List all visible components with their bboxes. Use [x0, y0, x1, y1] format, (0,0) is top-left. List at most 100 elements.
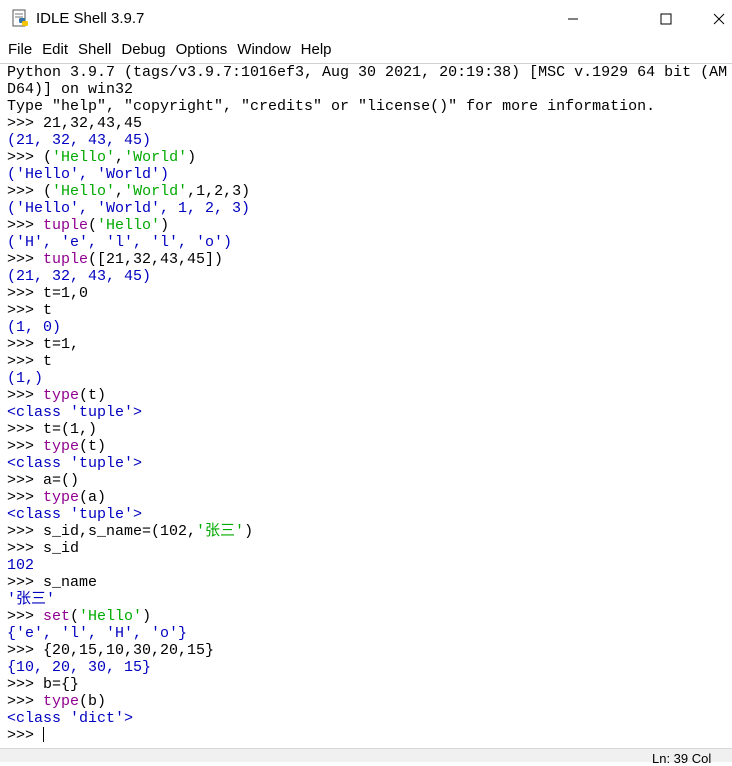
shell-code: ( — [70, 608, 80, 625]
shell-code: 'Hello' — [52, 183, 116, 200]
shell-code: ,1,2,3) — [187, 183, 251, 200]
shell-code: type — [43, 387, 80, 404]
shell-output: ('Hello', 'World', 1, 2, 3) — [7, 200, 251, 217]
shell-prompt: >>> — [7, 676, 44, 693]
shell-code: s_name — [43, 574, 98, 591]
shell-prompt: >>> — [7, 285, 44, 302]
shell-prompt: >>> — [7, 438, 44, 455]
shell-code: Type "help", "copyright", "credits" or "… — [7, 98, 656, 115]
shell-code: ) — [142, 608, 152, 625]
shell-line: >>> type(t) — [0, 387, 732, 404]
shell-line: {'e', 'l', 'H', 'o'} — [0, 625, 732, 642]
shell-code: Python 3.9.7 (tags/v3.9.7:1016ef3, Aug 3… — [7, 64, 728, 81]
shell-prompt: >>> — [7, 540, 44, 557]
shell-code: 'Hello' — [97, 217, 161, 234]
title-bar[interactable]: IDLE Shell 3.9.7 — [0, 0, 732, 38]
shell-code: s_id — [43, 540, 80, 557]
shell-prompt: >>> — [7, 472, 44, 489]
shell-output: <class 'tuple'> — [7, 404, 143, 421]
shell-prompt: >>> — [7, 421, 44, 438]
shell-code: ) — [187, 149, 197, 166]
shell-line: >>> t=1, — [0, 336, 732, 353]
shell-prompt: >>> — [7, 251, 44, 268]
menu-edit[interactable]: Edit — [37, 38, 73, 62]
close-icon — [713, 13, 725, 25]
shell-code: type — [43, 438, 80, 455]
status-bar: Ln: 39 Col — [0, 748, 732, 766]
shell-prompt: >>> — [7, 608, 44, 625]
menu-window[interactable]: Window — [232, 38, 295, 62]
shell-line: ('H', 'e', 'l', 'l', 'o') — [0, 234, 732, 251]
shell-prompt: >>> — [7, 387, 44, 404]
menu-help[interactable]: Help — [296, 38, 337, 62]
shell-line: >>> set('Hello') — [0, 608, 732, 625]
shell-code: a=() — [43, 472, 80, 489]
shell-text-area[interactable]: Python 3.9.7 (tags/v3.9.7:1016ef3, Aug 3… — [0, 63, 732, 749]
shell-code: s_id,s_name=(102, — [43, 523, 197, 540]
shell-line: >>> a=() — [0, 472, 732, 489]
menu-debug[interactable]: Debug — [116, 38, 170, 62]
shell-prompt: >>> — [7, 183, 44, 200]
maximize-button[interactable] — [643, 0, 689, 38]
shell-code: t=1,0 — [43, 285, 89, 302]
shell-output: '张三' — [7, 591, 56, 608]
shell-line: Python 3.9.7 (tags/v3.9.7:1016ef3, Aug 3… — [0, 64, 732, 81]
shell-code: '张三' — [196, 523, 245, 540]
shell-line: >>> t=1,0 — [0, 285, 732, 302]
shell-line: >>> tuple([21,32,43,45]) — [0, 251, 732, 268]
shell-code: 'Hello' — [52, 149, 116, 166]
shell-code: ) — [160, 217, 170, 234]
shell-line: (21, 32, 43, 45) — [0, 132, 732, 149]
shell-line: 102 — [0, 557, 732, 574]
shell-code: t=(1,) — [43, 421, 98, 438]
shell-output: (21, 32, 43, 45) — [7, 268, 152, 285]
shell-output: (1, 0) — [7, 319, 62, 336]
shell-code: 21,32,43,45 — [43, 115, 143, 132]
shell-output: {10, 20, 30, 15} — [7, 659, 152, 676]
shell-line: >>> type(t) — [0, 438, 732, 455]
shell-line: >>> s_id,s_name=(102,'张三') — [0, 523, 732, 540]
shell-line: (1,) — [0, 370, 732, 387]
menu-shell[interactable]: Shell — [73, 38, 116, 62]
shell-code: 'World' — [124, 149, 188, 166]
shell-line: D64)] on win32 — [0, 81, 732, 98]
shell-code: type — [43, 693, 80, 710]
shell-line: >>> t — [0, 302, 732, 319]
shell-line: >>> ('Hello','World') — [0, 149, 732, 166]
shell-prompt: >>> — [7, 115, 44, 132]
shell-line: ('Hello', 'World', 1, 2, 3) — [0, 200, 732, 217]
shell-line: >>> b={} — [0, 676, 732, 693]
shell-code: , — [115, 183, 125, 200]
shell-line: >>> t=(1,) — [0, 421, 732, 438]
shell-line: <class 'tuple'> — [0, 455, 732, 472]
text-cursor — [43, 727, 45, 742]
shell-line: >>> — [0, 727, 732, 744]
shell-line: >>> tuple('Hello') — [0, 217, 732, 234]
shell-code: (a) — [79, 489, 107, 506]
shell-prompt: >>> — [7, 574, 44, 591]
shell-line: >>> {20,15,10,30,20,15} — [0, 642, 732, 659]
maximize-icon — [660, 13, 672, 25]
shell-line: (21, 32, 43, 45) — [0, 268, 732, 285]
cursor-position: Ln: 39 Col — [652, 751, 712, 766]
shell-prompt: >>> — [7, 727, 44, 744]
shell-line: >>> ('Hello','World',1,2,3) — [0, 183, 732, 200]
shell-line: {10, 20, 30, 15} — [0, 659, 732, 676]
close-button[interactable] — [696, 0, 732, 38]
shell-prompt: >>> — [7, 353, 44, 370]
shell-output: <class 'dict'> — [7, 710, 134, 727]
minimize-button[interactable] — [550, 0, 596, 38]
shell-code: tuple — [43, 251, 89, 268]
shell-prompt: >>> — [7, 302, 44, 319]
menu-file[interactable]: File — [0, 38, 37, 62]
shell-line: Type "help", "copyright", "credits" or "… — [0, 98, 732, 115]
shell-line: ('Hello', 'World') — [0, 166, 732, 183]
shell-code: 'World' — [124, 183, 188, 200]
menu-options[interactable]: Options — [171, 38, 233, 62]
shell-line: <class 'tuple'> — [0, 404, 732, 421]
shell-line: >>> type(b) — [0, 693, 732, 710]
shell-line: >>> t — [0, 353, 732, 370]
shell-code: ([21,32,43,45]) — [88, 251, 224, 268]
shell-code: tuple — [43, 217, 89, 234]
shell-output: <class 'tuple'> — [7, 455, 143, 472]
